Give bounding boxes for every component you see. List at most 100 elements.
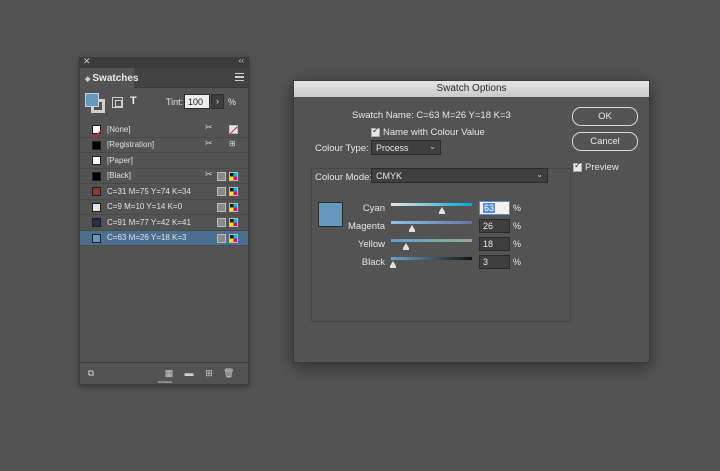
swatch-label: C=31 M=75 Y=74 K=34 [107,186,191,196]
chevron-down-icon: ⌄ [429,142,436,151]
yellow-label: Yellow [357,239,385,250]
swatch-name-row: Swatch Name: C=63 M=26 Y=18 K=3 [352,110,511,121]
swatch-row-selected[interactable]: C=63 M=26 Y=18 K=3 [80,230,248,246]
new-color-group-icon[interactable]: ▦ [164,368,174,378]
process-color-icon [217,187,226,196]
black-slider-thumb[interactable] [390,261,397,268]
swatches-panel: ✕ ‹‹ ◆ Swatches T Tint: 100 › % [None] ✂ … [79,56,249,385]
magenta-percent: % [513,221,522,231]
magenta-value-input[interactable]: 26 [479,219,510,233]
swatch-chip [92,171,101,181]
tab-swatches[interactable]: ◆ Swatches [80,68,139,88]
black-label: Black [361,257,385,268]
swatch-row-paper[interactable]: [Paper] [80,153,248,169]
panel-menu-icon[interactable] [235,73,244,81]
cancel-button[interactable]: Cancel [572,132,638,151]
preview-label: Preview [585,162,619,174]
magenta-slider-thumb[interactable] [409,225,416,232]
checkbox-icon[interactable] [371,126,380,138]
cyan-label: Cyan [362,203,385,214]
cyan-value-text: 63 [483,203,496,213]
swatch-list: [None] ✂ [Registration] ✂ ⊞ [Paper] [Bla… [80,122,248,246]
no-edit-icon [229,125,238,134]
dialog-title[interactable]: Swatch Options [294,81,649,97]
colour-mode-label: Colour Mode: [315,172,373,183]
swatch-row-registration[interactable]: [Registration] ✂ ⊞ [80,138,248,153]
swatch-label: [None] [107,124,131,134]
new-swatch-icon[interactable]: ⊞ [204,368,214,378]
cmyk-icon [229,187,238,196]
tint-input[interactable]: 100 [184,94,210,109]
swatch-name-value[interactable]: C=63 M=26 Y=18 K=3 [416,110,510,121]
swatch-row[interactable]: C=91 M=77 Y=42 K=41 [80,215,248,231]
yellow-slider-track[interactable] [391,239,472,242]
cyan-slider-track[interactable] [391,203,472,206]
swatch-chip [92,218,101,227]
cmyk-icon [229,218,238,227]
swatch-label: C=63 M=26 Y=18 K=3 [107,233,187,242]
black-slider-track[interactable] [391,257,472,260]
colour-mode-value: CMYK [376,171,403,181]
yellow-value-input[interactable]: 18 [479,237,510,251]
tint-slider-button[interactable]: › [211,94,224,109]
swatch-row[interactable]: C=31 M=75 Y=74 K=34 [80,184,248,200]
folder-icon[interactable]: ▬ [184,368,194,378]
cyan-slider-thumb[interactable] [439,207,446,214]
yellow-percent: % [513,239,522,249]
swatch-name-label: Swatch Name: [352,110,414,121]
close-icon[interactable]: ✕ [83,56,91,67]
black-value-input[interactable]: 3 [479,255,510,269]
cmyk-icon [229,233,238,243]
swatch-label: C=9 M=10 Y=14 K=0 [107,202,183,211]
colour-type-label: Colour Type: [315,143,369,154]
colour-type-value: Process [376,143,409,153]
chevron-down-icon: ⌄ [536,170,543,179]
cyan-percent: % [513,203,522,213]
black-percent: % [513,257,522,267]
swatch-row[interactable]: C=9 M=10 Y=14 K=0 [80,200,248,215]
swatch-label: [Registration] [107,140,155,149]
swatches-toolbar: T Tint: 100 › % [80,88,248,122]
tint-percent: % [228,97,237,107]
fill-swatch[interactable] [85,93,99,107]
yellow-slider-thumb[interactable] [402,243,409,250]
swatch-label: [Black] [107,171,132,180]
formatting-container-icon[interactable] [112,97,123,108]
swatch-label: [Paper] [107,155,133,165]
swatch-chip [92,187,101,196]
swatch-chip [92,156,101,165]
process-color-icon [217,202,226,212]
cyan-value-input[interactable]: 63 [479,201,510,215]
swatch-row-black[interactable]: [Black] ✂ [80,169,248,184]
process-color-icon [217,233,226,243]
formatting-text-icon[interactable]: T [130,95,137,107]
name-with-colour-value-label: Name with Colour Value [383,127,485,139]
registration-icon: ⊞ [229,138,236,148]
preview-checkbox[interactable]: Preview [573,159,619,177]
swatch-chip [92,233,101,243]
swatch-views-icon[interactable]: ⧉ [86,368,96,378]
delete-icon[interactable]: 🗑 [223,368,234,378]
magenta-slider-track[interactable] [391,221,472,224]
swatch-chip [92,140,101,150]
process-color-icon [217,218,226,227]
process-color-icon [217,171,226,181]
colour-mode-select[interactable]: CMYK ⌄ [371,168,548,183]
resize-grip[interactable] [158,381,172,383]
panel-tabbar: ◆ Swatches [80,68,248,88]
collapse-icon[interactable]: ‹‹ [239,56,244,65]
checkbox-icon[interactable] [573,161,582,173]
swatch-chip [92,202,101,212]
swatch-label: C=91 M=77 Y=42 K=41 [107,217,191,227]
panel-footer: ⧉ ▦ ▬ ⊞ 🗑 [80,362,248,384]
cmyk-icon [229,202,238,212]
cmyk-icon [229,171,238,181]
ok-button[interactable]: OK [572,107,638,126]
panel-titlebar[interactable]: ✕ ‹‹ [80,56,248,68]
colour-type-select[interactable]: Process ⌄ [371,140,441,155]
scissors-icon: ✂ [205,122,213,132]
fill-stroke-widget[interactable] [85,93,105,113]
swatch-options-dialog: Swatch Options Swatch Name: C=63 M=26 Y=… [293,80,650,363]
tint-label: Tint: [166,97,184,107]
swatch-row-none[interactable]: [None] ✂ [80,122,248,140]
